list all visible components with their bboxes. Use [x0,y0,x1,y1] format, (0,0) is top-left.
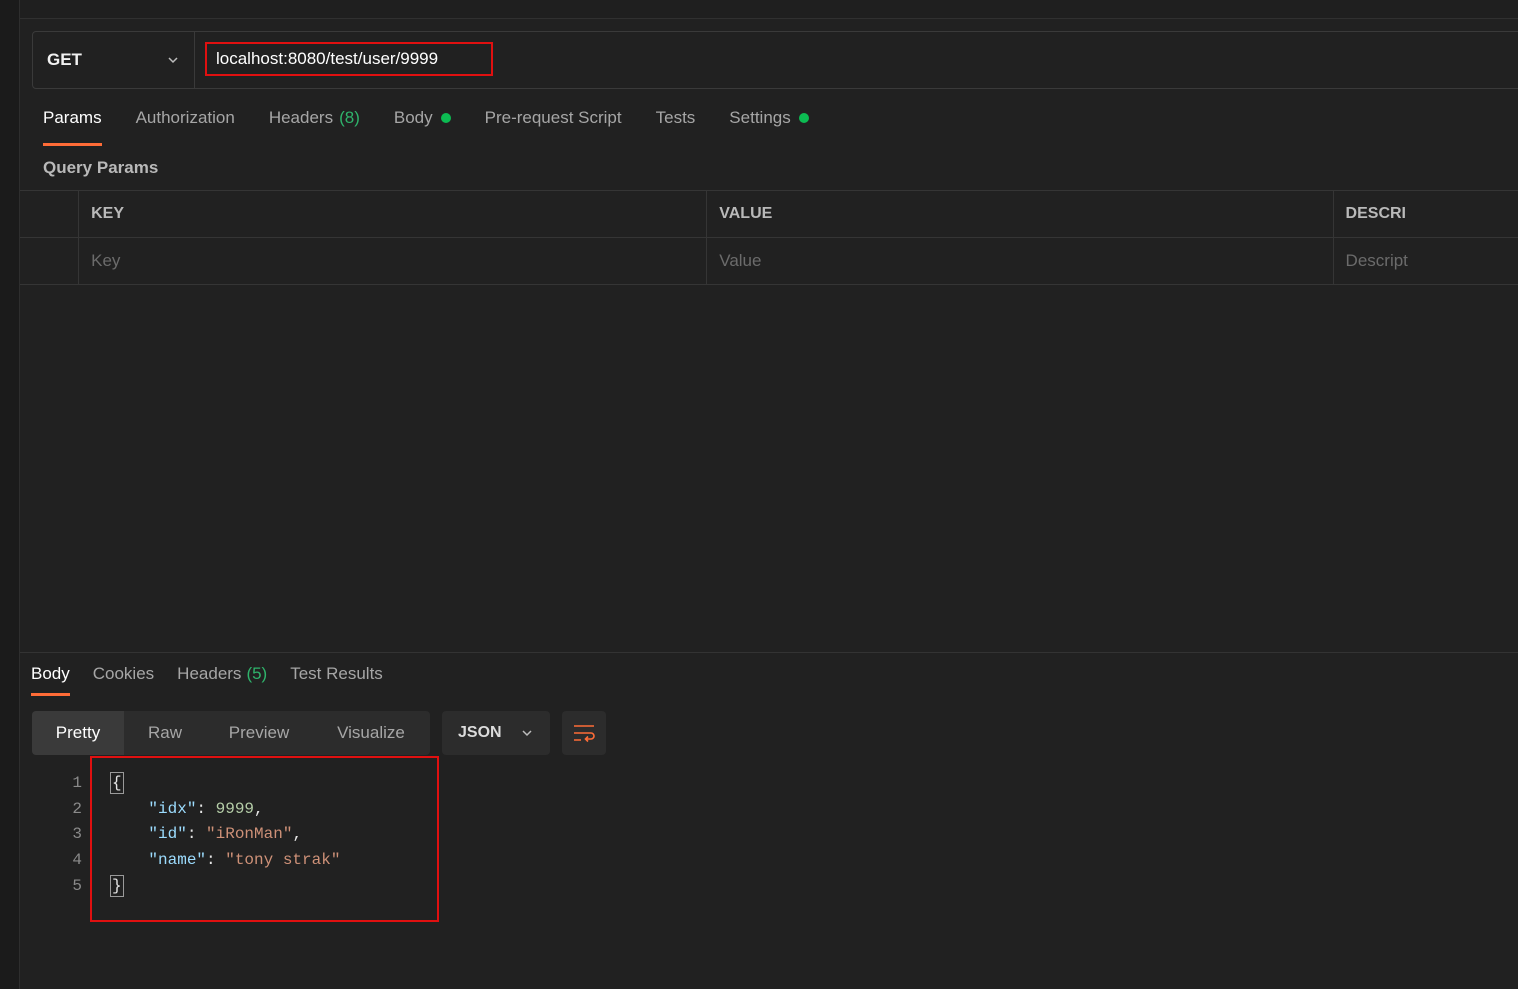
chevron-down-icon [522,730,532,737]
view-visualize-button[interactable]: Visualize [312,711,430,755]
method-select[interactable]: GET [33,32,195,88]
table-header-row: KEY VALUE DESCRI [20,191,1518,238]
left-rail [0,0,20,989]
tab-tests[interactable]: Tests [656,108,696,146]
description-input[interactable]: Descript [1332,238,1518,284]
top-strip [20,0,1518,19]
format-label: JSON [458,724,502,741]
response-tab-test-results[interactable]: Test Results [290,664,383,696]
tab-authorization[interactable]: Authorization [136,108,235,146]
query-params-title: Query Params [43,158,159,177]
settings-status-dot [798,113,809,123]
tab-label: Params [43,108,102,127]
row-checkbox-cell [20,238,78,284]
tab-label: Cookies [92,664,155,683]
url-input-container [195,32,1518,88]
body-status-dot [440,113,451,123]
format-select[interactable]: JSON [442,711,550,755]
wrap-lines-button[interactable] [562,711,606,755]
tab-label: Body [31,664,70,683]
wrap-lines-icon [574,725,595,743]
checkbox-column-header [20,191,78,237]
request-tabs: Params Authorization Headers (8) Body Pre… [43,108,843,148]
response-tab-headers[interactable]: Headers (5) [177,664,267,696]
tab-params[interactable]: Params [43,108,102,146]
url-input[interactable] [205,42,493,76]
response-tab-cookies[interactable]: Cookies [93,664,154,696]
tab-label: Authorization [135,108,235,127]
view-preview-button[interactable]: Preview [206,711,312,755]
response-tabs: Body Cookies Headers (5) Test Results [31,664,406,696]
key-input[interactable]: Key [78,238,706,284]
request-url-bar: GET [32,31,1518,89]
tab-settings[interactable]: Settings [729,108,809,146]
view-raw-button[interactable]: Raw [124,711,206,755]
tab-headers[interactable]: Headers (8) [269,108,360,146]
headers-count: (8) [339,108,360,127]
tab-pre-request-script[interactable]: Pre-request Script [485,108,622,146]
view-mode-group: Pretty Raw Preview Visualize [32,711,430,755]
tab-body[interactable]: Body [394,108,451,146]
tab-label: Test Results [290,664,383,683]
tab-label: Headers [268,108,334,127]
view-pretty-button[interactable]: Pretty [32,711,124,755]
key-column-header: KEY [78,191,706,237]
pane-divider[interactable] [20,652,1518,653]
query-params-table: KEY VALUE DESCRI Key Value Descript [20,190,1518,285]
tab-label: Tests [655,108,696,127]
method-label: GET [47,50,82,69]
value-input[interactable]: Value [706,238,1332,284]
chevron-down-icon [168,57,178,64]
response-highlight-box [90,756,439,922]
tab-label: Pre-request Script [484,108,622,127]
tab-label: Headers [177,664,242,683]
description-column-header: DESCRI [1332,191,1518,237]
table-row: Key Value Descript [20,238,1518,285]
response-tab-body[interactable]: Body [31,664,70,696]
response-headers-count: (5) [246,664,268,683]
value-column-header: VALUE [706,191,1332,237]
tab-label: Settings [729,108,791,127]
tab-label: Body [393,108,433,127]
